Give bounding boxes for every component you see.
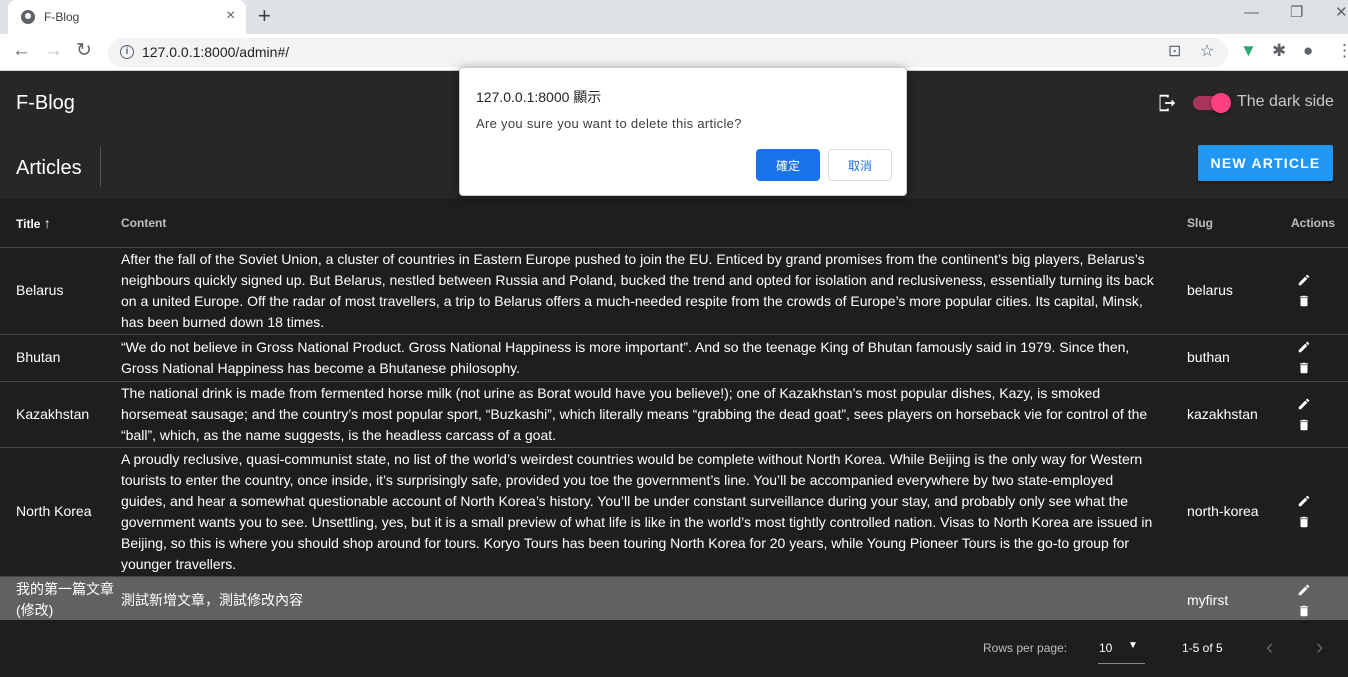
cell-slug: belarus: [1187, 247, 1291, 335]
edit-pencil-icon[interactable]: [1297, 273, 1311, 287]
globe-icon: [21, 10, 35, 24]
edit-pencil-icon[interactable]: [1297, 340, 1311, 354]
edit-pencil-icon[interactable]: [1297, 494, 1311, 508]
bookmark-star-icon[interactable]: ☆: [1200, 43, 1214, 61]
dark-side-toggle[interactable]: [1193, 92, 1233, 114]
url-text[interactable]: 127.0.0.1:8000/admin#/: [142, 44, 289, 60]
column-header-label: Title: [16, 216, 41, 231]
cell-content: “We do not believe in Gross National Pro…: [121, 334, 1187, 382]
chevron-down-icon[interactable]: ▼: [1128, 640, 1138, 651]
cell-slug: myfirst: [1187, 576, 1291, 625]
browser-tab[interactable]: F-Blog ×: [8, 0, 246, 34]
cell-title: Belarus: [0, 247, 121, 335]
toolbar-divider: [100, 147, 101, 187]
tab-title: F-Blog: [44, 10, 80, 24]
info-icon[interactable]: i: [120, 45, 134, 59]
table-row: North Korea A proudly reclusive, quasi-c…: [0, 447, 1348, 577]
confirm-ok-button[interactable]: 確定: [756, 149, 820, 181]
cell-actions: [1291, 381, 1348, 448]
table-row: Belarus After the fall of the Soviet Uni…: [0, 247, 1348, 335]
dialog-message: Are you sure you want to delete this art…: [476, 116, 742, 131]
app-title: F-Blog: [16, 92, 75, 114]
back-icon[interactable]: ←: [12, 40, 31, 62]
next-page-icon[interactable]: ›: [1316, 635, 1323, 659]
browser-toolbar: ← → ↻ i 127.0.0.1:8000/admin#/ ⊡ ☆ ▼ ✱ ●…: [0, 34, 1348, 71]
table-pagination: Rows per page: 10 ▼ 1-5 of 5 ‹ ›: [0, 620, 1348, 677]
table-row: Kazakhstan The national drink is made fr…: [0, 381, 1348, 448]
delete-trash-icon[interactable]: [1297, 418, 1311, 432]
cell-actions: [1291, 447, 1348, 577]
delete-trash-icon[interactable]: [1297, 604, 1311, 618]
cell-title: Bhutan: [0, 334, 121, 382]
delete-trash-icon[interactable]: [1297, 361, 1311, 375]
table-row: 我的第一篇文章(修改) 測試新增文章，測試修改內容 myfirst: [0, 576, 1348, 625]
extensions-puzzle-icon[interactable]: ✱: [1272, 41, 1286, 61]
new-tab-icon[interactable]: +: [258, 4, 271, 28]
cell-slug: north-korea: [1187, 447, 1291, 577]
edit-pencil-icon[interactable]: [1297, 397, 1311, 411]
cell-actions: [1291, 576, 1348, 625]
dialog-origin: 127.0.0.1:8000 顯示: [476, 89, 602, 105]
translate-icon[interactable]: ⊡: [1168, 43, 1181, 61]
toggle-thumb[interactable]: [1211, 93, 1231, 113]
sort-arrow-up-icon[interactable]: ↑: [44, 215, 51, 231]
cell-slug: kazakhstan: [1187, 381, 1291, 448]
vue-devtools-icon[interactable]: ▼: [1240, 41, 1257, 61]
browser-menu-icon[interactable]: ⋮: [1336, 41, 1348, 61]
minimize-icon[interactable]: —: [1244, 4, 1259, 22]
delete-trash-icon[interactable]: [1297, 515, 1311, 529]
cell-actions: [1291, 334, 1348, 382]
reload-icon[interactable]: ↻: [76, 40, 92, 62]
confirm-dialog: 127.0.0.1:8000 顯示 Are you sure you want …: [459, 67, 907, 196]
rows-per-page-select[interactable]: 10 ▼: [1098, 634, 1145, 664]
table-header-row: Title ↑ Content Slug Actions: [0, 199, 1348, 248]
articles-table: Title ↑ Content Slug Actions Belarus Aft…: [0, 199, 1348, 625]
close-window-icon[interactable]: ✕: [1335, 4, 1348, 22]
cell-title: 我的第一篇文章(修改): [0, 576, 121, 625]
confirm-cancel-button[interactable]: 取消: [828, 149, 892, 181]
logout-icon[interactable]: [1155, 92, 1177, 114]
rows-per-page-value[interactable]: 10: [1099, 641, 1112, 655]
table-row: Bhutan “We do not believe in Gross Natio…: [0, 334, 1348, 382]
page-info: 1-5 of 5: [1182, 641, 1223, 655]
cell-slug: buthan: [1187, 334, 1291, 382]
cell-content: After the fall of the Soviet Union, a cl…: [121, 247, 1187, 335]
column-header-actions: Actions: [1291, 199, 1348, 248]
browser-tab-strip: F-Blog × + — ❐ ✕: [0, 0, 1348, 34]
forward-icon[interactable]: →: [44, 40, 63, 62]
cell-content: 測試新增文章，測試修改內容: [121, 576, 1187, 625]
column-header-content[interactable]: Content: [121, 199, 1187, 248]
previous-page-icon[interactable]: ‹: [1266, 635, 1273, 659]
tab-close-icon[interactable]: ×: [226, 7, 235, 25]
rows-per-page-label: Rows per page:: [983, 641, 1068, 655]
delete-trash-icon[interactable]: [1297, 294, 1311, 308]
cell-title: North Korea: [0, 447, 121, 577]
address-bar[interactable]: i 127.0.0.1:8000/admin#/ ⊡ ☆: [108, 38, 1228, 67]
column-header-slug[interactable]: Slug: [1187, 199, 1291, 248]
column-header-title[interactable]: Title ↑: [0, 199, 121, 248]
profile-avatar-icon[interactable]: ●: [1303, 41, 1313, 61]
dark-side-label: The dark side: [1237, 93, 1334, 110]
cell-actions: [1291, 247, 1348, 335]
cell-content: A proudly reclusive, quasi-communist sta…: [121, 447, 1187, 577]
edit-pencil-icon[interactable]: [1297, 583, 1311, 597]
cell-content: The national drink is made from fermente…: [121, 381, 1187, 448]
page-title: Articles: [16, 157, 82, 179]
new-article-button[interactable]: NEW ARTICLE: [1198, 145, 1333, 181]
cell-title: Kazakhstan: [0, 381, 121, 448]
restore-icon[interactable]: ❐: [1290, 4, 1303, 22]
